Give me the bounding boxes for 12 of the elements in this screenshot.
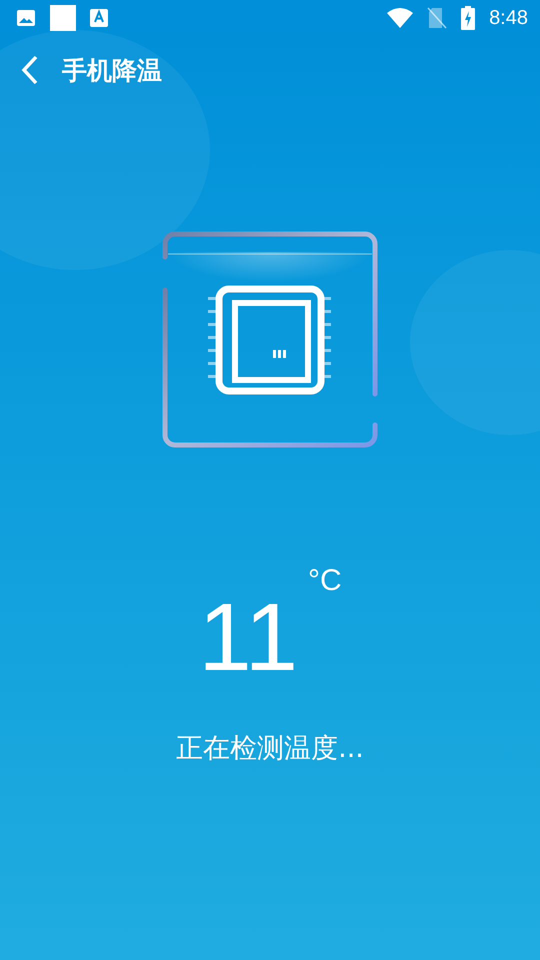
text-icon (90, 9, 108, 27)
image-icon (16, 8, 36, 28)
battery-charging-icon (461, 6, 476, 30)
temperature-unit: °C (308, 566, 342, 596)
no-sim-icon (427, 7, 448, 29)
status-message: 正在检测温度... (176, 732, 364, 766)
square-icon (50, 5, 76, 31)
wifi-icon (387, 8, 414, 28)
status-time: 8:48 (489, 6, 528, 30)
temperature-value: 11 (198, 590, 298, 686)
back-button[interactable] (20, 54, 40, 86)
page-title: 手机降温 (62, 54, 162, 86)
